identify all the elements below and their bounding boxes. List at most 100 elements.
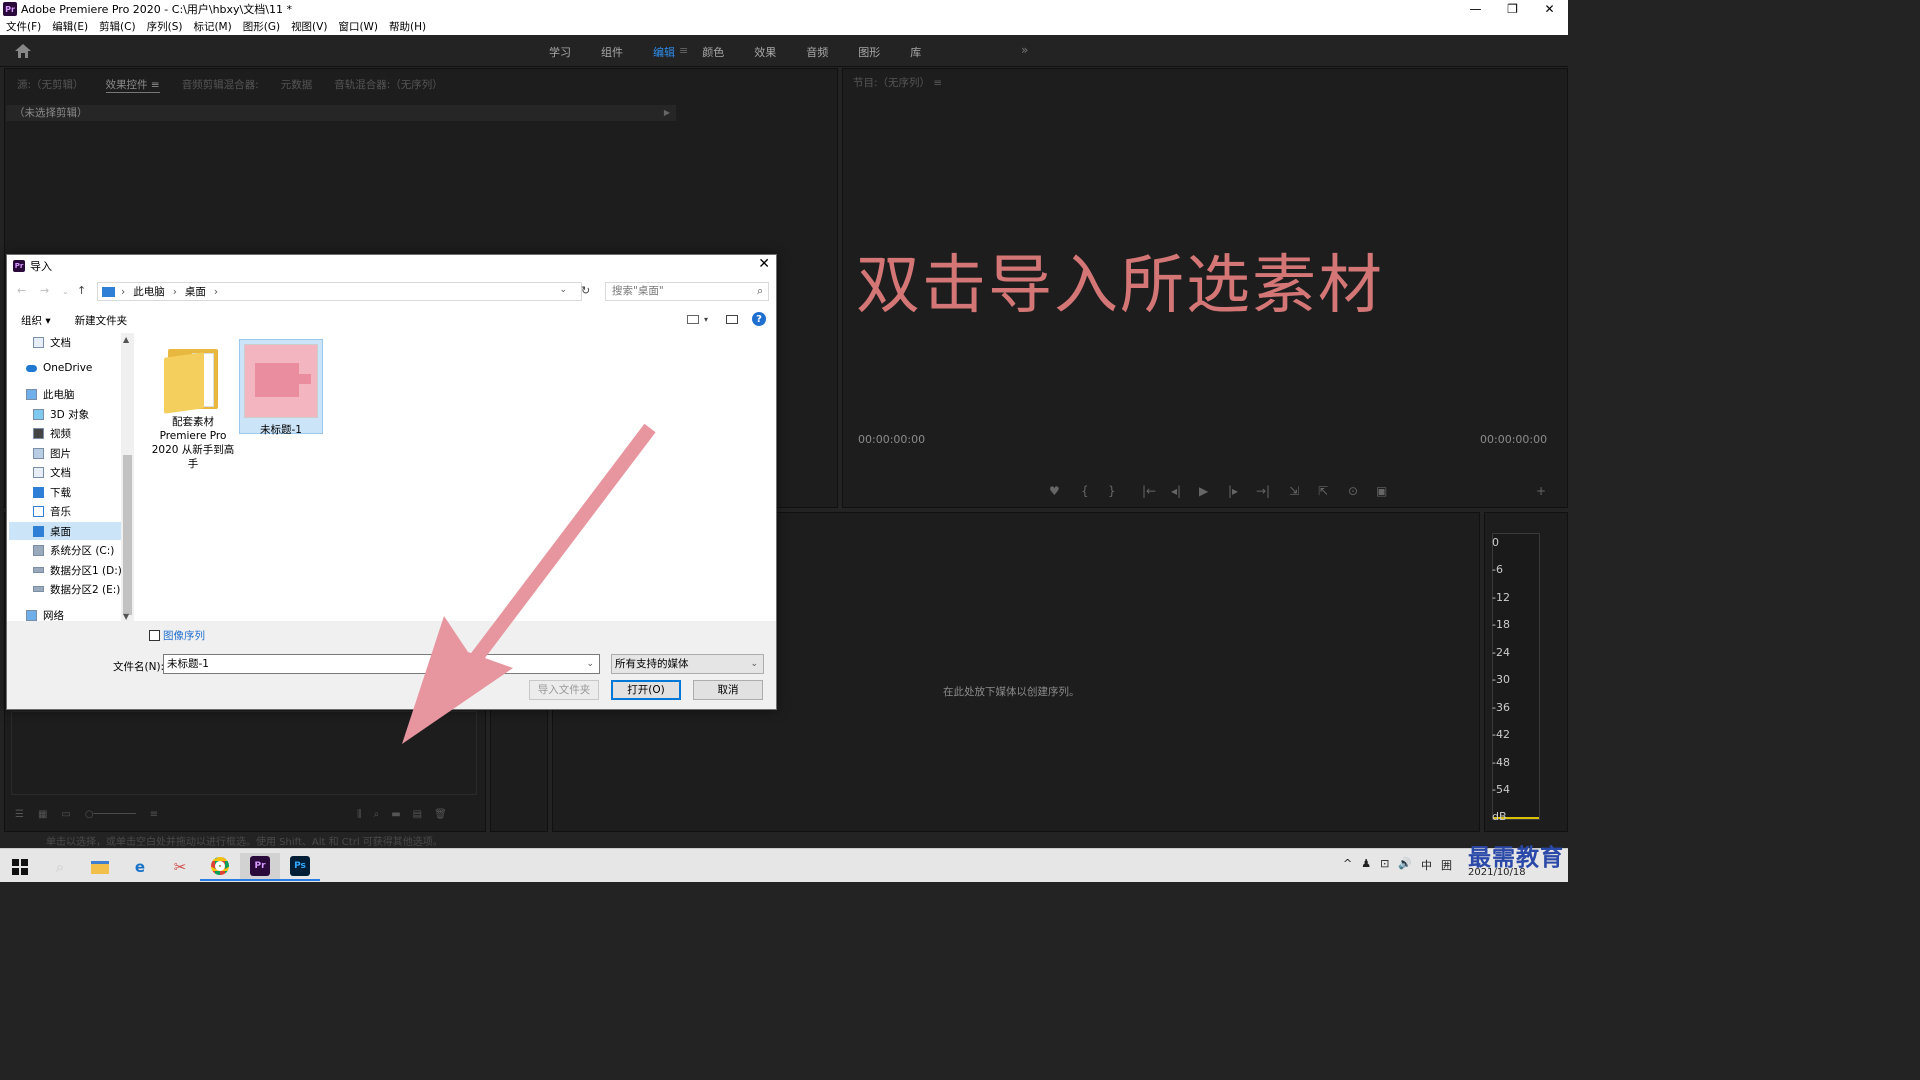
sidebar-item-onedrive[interactable]: OneDrive <box>26 359 92 377</box>
minimize-button[interactable]: — <box>1457 0 1494 18</box>
new-item-icon[interactable]: ▤ <box>413 809 422 820</box>
open-button[interactable]: 打开(O) <box>611 680 681 700</box>
chrome-icon[interactable] <box>200 853 240 881</box>
step-forward-icon[interactable]: |▸ <box>1228 484 1238 498</box>
list-view-icon[interactable]: ☰ <box>15 809 24 820</box>
zoom-slider[interactable]: ○─────── <box>85 809 136 820</box>
preview-pane-icon[interactable] <box>726 314 738 324</box>
extract-icon[interactable]: ⇱ <box>1318 484 1328 498</box>
tab-metadata[interactable]: 元数据 <box>281 77 313 93</box>
search-input[interactable]: 搜索"桌面" ⌕ <box>605 282 769 301</box>
export-frame-icon[interactable]: ⊙ <box>1348 484 1358 498</box>
back-arrow-icon[interactable]: ← <box>17 284 26 297</box>
forward-arrow-icon[interactable]: → <box>40 284 49 297</box>
menu-view[interactable]: 视图(V) <box>291 19 327 34</box>
image-sequence-option[interactable]: 图像序列 <box>149 628 205 643</box>
filename-field[interactable]: 未标题-1 ⌄ <box>163 654 600 674</box>
address-dropdown-icon[interactable]: ⌄ <box>559 285 567 295</box>
program-monitor-title[interactable]: 节目:（无序列） ≡ <box>853 75 942 90</box>
step-back-icon[interactable]: ◂| <box>1171 484 1181 498</box>
image-sequence-label[interactable]: 图像序列 <box>163 628 205 643</box>
breadcrumb-desktop[interactable]: 桌面 <box>185 284 206 299</box>
menu-clip[interactable]: 剪辑(C) <box>99 19 136 34</box>
snipping-tool-icon[interactable]: ✂ <box>160 853 200 881</box>
filetype-dropdown-icon[interactable]: ⌄ <box>750 655 758 673</box>
find-icon[interactable]: ⌕ <box>374 809 380 820</box>
address-bar[interactable]: › 此电脑 › 桌面 › ⌄ <box>97 282 582 301</box>
view-dropdown-icon[interactable]: ▾ <box>704 315 708 324</box>
menu-markers[interactable]: 标记(M) <box>193 19 231 34</box>
tab-audio-track-mixer[interactable]: 音轨混合器:（无序列） <box>334 77 443 93</box>
button-editor-icon[interactable]: + <box>1536 484 1546 498</box>
menu-sequence[interactable]: 序列(S) <box>147 19 183 34</box>
restore-button[interactable]: ❐ <box>1494 0 1531 18</box>
expand-arrow-icon[interactable]: ▶ <box>664 105 670 121</box>
filename-dropdown-icon[interactable]: ⌄ <box>586 655 594 673</box>
ime-icon[interactable]: 中 <box>1421 857 1432 873</box>
sidebar-item-3d-objects[interactable]: 3D 对象 <box>33 405 89 423</box>
tray-expand-icon[interactable]: ^ <box>1343 857 1352 873</box>
comparison-view-icon[interactable]: ▣ <box>1376 484 1387 498</box>
workspace-tab-learn[interactable]: 学习 <box>549 44 571 60</box>
menu-graphics[interactable]: 图形(G) <box>243 19 280 34</box>
search-icon[interactable]: ⌕ <box>757 283 763 300</box>
edge-icon[interactable]: e <box>120 853 160 881</box>
workspace-more-icon[interactable]: » <box>1021 43 1028 57</box>
clear-icon[interactable]: 🗑 <box>434 809 447 820</box>
sort-icon[interactable]: ≡ <box>150 809 158 820</box>
premiere-taskbar-icon[interactable]: Pr <box>240 853 280 881</box>
play-icon[interactable]: ▶ <box>1199 484 1208 498</box>
sidebar-item-documents[interactable]: 文档 <box>33 333 71 351</box>
icon-view-icon[interactable]: ▦ <box>38 809 47 820</box>
filetype-select[interactable]: 所有支持的媒体 ⌄ <box>611 654 764 674</box>
import-folder-button[interactable]: 导入文件夹 <box>529 680 599 700</box>
workspace-tab-graphics[interactable]: 图形 <box>858 44 880 60</box>
sidebar-item-drive-c[interactable]: 系统分区 (C:) <box>33 541 114 559</box>
network-tray-icon[interactable]: ⊡ <box>1380 857 1389 873</box>
sidebar-item-drive-d[interactable]: 数据分区1 (D:) <box>33 561 122 579</box>
recent-dropdown-icon[interactable]: ⌄ <box>62 287 69 296</box>
tab-effect-controls[interactable]: 效果控件 ≡ <box>105 77 160 93</box>
menu-help[interactable]: 帮助(H) <box>389 19 426 34</box>
tab-source[interactable]: 源:（无剪辑） <box>17 77 84 93</box>
workspace-tab-editing[interactable]: 编辑 <box>653 44 675 60</box>
program-timecode-current[interactable]: 00:00:00:00 <box>858 433 925 446</box>
refresh-icon[interactable]: ↻ <box>581 284 590 297</box>
workspace-tab-libraries[interactable]: 库 <box>910 44 921 60</box>
mark-in-icon[interactable]: { <box>1081 484 1089 498</box>
breadcrumb-this-pc[interactable]: 此电脑 <box>133 284 165 299</box>
automate-icon[interactable]: ⫼ <box>357 809 362 820</box>
new-bin-icon[interactable]: ▬ <box>391 809 400 820</box>
tab-audio-clip-mixer[interactable]: 音频剪辑混合器: <box>182 77 259 93</box>
sidebar-item-downloads[interactable]: 下载 <box>33 483 71 501</box>
scroll-down-icon[interactable]: ▼ <box>123 612 129 621</box>
mark-out-icon[interactable]: } <box>1108 484 1116 498</box>
volume-icon[interactable]: 🔊 <box>1398 857 1412 873</box>
image-sequence-checkbox[interactable] <box>149 630 160 641</box>
workspace-tab-audio[interactable]: 音频 <box>806 44 828 60</box>
qq-icon[interactable]: ♟ <box>1361 857 1371 873</box>
sidebar-item-drive-e[interactable]: 数据分区2 (E:) <box>33 580 120 598</box>
sidebar-item-videos[interactable]: 视频 <box>33 424 71 442</box>
dialog-close-button[interactable]: ✕ <box>758 256 770 272</box>
file-item-image[interactable]: 未标题-1 <box>239 339 323 436</box>
add-marker-icon[interactable]: ♥ <box>1049 484 1060 498</box>
organize-button[interactable]: 组织 ▾ <box>21 313 51 328</box>
go-to-in-icon[interactable]: |← <box>1142 484 1156 498</box>
windows-start-icon[interactable] <box>0 853 40 881</box>
photoshop-taskbar-icon[interactable]: Ps <box>280 853 320 881</box>
help-icon[interactable]: ? <box>752 312 766 326</box>
file-explorer-icon[interactable] <box>80 853 120 881</box>
sidebar-item-documents-2[interactable]: 文档 <box>33 463 71 481</box>
workspace-tab-effects[interactable]: 效果 <box>754 44 776 60</box>
close-window-button[interactable]: ✕ <box>1531 0 1568 18</box>
go-to-out-icon[interactable]: →| <box>1256 484 1270 498</box>
taskbar-search-icon[interactable]: ⌕ <box>40 853 80 881</box>
ime-mode-icon[interactable]: 囲 <box>1441 857 1452 873</box>
project-bin-area[interactable] <box>11 711 477 795</box>
sidebar-item-pictures[interactable]: 图片 <box>33 444 71 462</box>
workspace-tab-color[interactable]: 颜色 <box>702 44 724 60</box>
up-arrow-icon[interactable]: ↑ <box>77 284 86 297</box>
workspace-tab-assembly[interactable]: 组件 <box>601 44 623 60</box>
freeform-view-icon[interactable]: ▭ <box>61 809 70 820</box>
